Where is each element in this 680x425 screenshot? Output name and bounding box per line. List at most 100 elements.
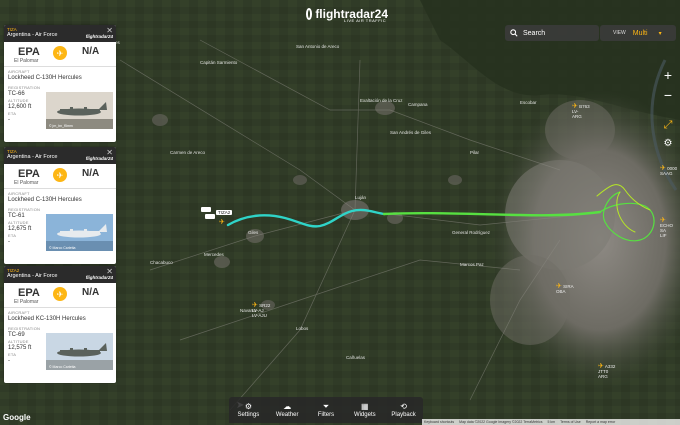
airplane-icon: ✈ bbox=[53, 287, 67, 301]
map-town-label: Chacabuco bbox=[150, 260, 173, 265]
fullscreen-icon: ⤢ bbox=[663, 118, 673, 131]
plus-icon: + bbox=[663, 67, 673, 83]
map-settings-button[interactable]: ⚙ bbox=[659, 134, 677, 152]
weather-button[interactable]: ☁ Weather bbox=[268, 397, 307, 423]
map-town-label: San Antonio de Areco bbox=[296, 44, 340, 49]
airplane-icon: ✈ bbox=[53, 46, 67, 60]
origin-name: El Palomar bbox=[14, 299, 39, 305]
aircraft-type[interactable]: Lockheed C-130H Hercules bbox=[8, 196, 112, 204]
destination-code: N/A bbox=[82, 168, 100, 179]
playback-icon: ⟲ bbox=[400, 401, 407, 411]
gear-icon: ⚙ bbox=[244, 401, 252, 411]
flight-info-card[interactable]: TIZA Argentina - Air Force ✕ flightradar… bbox=[4, 25, 116, 142]
weather-icon: ☁ bbox=[283, 401, 292, 411]
card-header: TIZA Argentina - Air Force ✕ flightradar… bbox=[4, 25, 116, 42]
fullscreen-button[interactable]: ⤢ bbox=[659, 116, 677, 134]
map-town-label: Luján bbox=[355, 195, 367, 200]
aircraft-photo[interactable]: © jm_bn_f5mm bbox=[46, 92, 113, 129]
toolbar-label: Playback bbox=[391, 411, 416, 418]
map-town-label: Giles bbox=[248, 230, 259, 235]
attribution-item: Map data ©2022 Google Imagery ©2022 Terr… bbox=[459, 420, 543, 424]
map-town-label: Mercedes bbox=[204, 252, 224, 257]
logo-ring-icon bbox=[306, 8, 313, 20]
airplane-icon: ✈ bbox=[53, 168, 67, 182]
photo-credit: © Marco Carletta bbox=[49, 365, 76, 369]
map-town-label: Capitán Sarmiento bbox=[200, 60, 238, 65]
view-value: Multi bbox=[632, 29, 648, 37]
view-selector[interactable]: VIEW Multi ▾ bbox=[600, 25, 676, 41]
toolbar-label: Weather bbox=[275, 411, 299, 418]
search-icon bbox=[510, 29, 518, 37]
map-aircraft-tag-1[interactable] bbox=[201, 207, 211, 212]
bottom-toolbar: ⚙ Settings ☁ Weather ⏷ Filters ▦ Widgets ⟲ Playba… bbox=[229, 397, 423, 423]
card-route: EPA El Palomar ✈ N/A bbox=[4, 42, 116, 67]
attribution-item: 5 km bbox=[547, 420, 556, 424]
destination-code: N/A bbox=[82, 46, 100, 57]
card-body: AIRCRAFT Lockheed C-130H Hercules REGIST… bbox=[4, 189, 116, 251]
filters-button[interactable]: ⏷ Filters bbox=[307, 397, 346, 423]
zoom-out-button[interactable]: − bbox=[659, 86, 677, 104]
map-town-label: Exaltación de la Cruz bbox=[360, 98, 403, 103]
zoom-in-button[interactable]: + bbox=[659, 66, 677, 84]
flight-info-card[interactable]: TIZA Argentina - Air Force ✕ flightradar… bbox=[4, 147, 116, 264]
photo-credit: © Marco Carletta bbox=[49, 246, 76, 250]
attribution-item[interactable]: Keyboard shortcuts bbox=[424, 420, 454, 424]
toolbar-label: Settings bbox=[237, 411, 260, 418]
search-button[interactable]: Search bbox=[505, 25, 599, 41]
aircraft-type[interactable]: Lockheed KC-130H Hercules bbox=[8, 315, 112, 323]
card-body: AIRCRAFT Lockheed KC-130H Hercules REGIS… bbox=[4, 308, 116, 370]
map-town-label: Marcos Paz bbox=[460, 262, 484, 267]
origin-code[interactable]: EPA bbox=[18, 46, 40, 58]
card-header: TIZA Argentina - Air Force ✕ flightradar… bbox=[4, 147, 116, 164]
map-town-label: Lobos bbox=[296, 326, 309, 331]
map-town-label: Cañuelas bbox=[346, 355, 366, 360]
map-aircraft-line3: LV-AJU bbox=[252, 313, 267, 318]
origin-code[interactable]: EPA bbox=[18, 287, 40, 299]
card-route: EPA El Palomar ✈ N/A bbox=[4, 164, 116, 189]
attribution-item[interactable]: Terms of Use bbox=[560, 420, 581, 424]
toolbar-label: Widgets bbox=[353, 411, 376, 418]
toolbar-label: Filters bbox=[317, 411, 335, 418]
aircraft-photo[interactable]: © Marco Carletta bbox=[46, 214, 113, 251]
filter-icon: ⏷ bbox=[322, 401, 330, 411]
flight-info-card[interactable]: TIZA2 Argentina - Air Force ✕ flightrada… bbox=[4, 266, 116, 383]
map-aircraft[interactable]: ✈ B763 LV- ARG bbox=[572, 103, 590, 119]
map-aircraft[interactable]: ✈ A332 JTT0 ARG bbox=[598, 363, 615, 379]
map-attribution: Keyboard shortcuts Map data ©2022 Google … bbox=[422, 419, 680, 425]
map-town-label: San Andrés de Giles bbox=[390, 130, 432, 135]
aircraft-type[interactable]: Lockheed C-130H Hercules bbox=[8, 74, 112, 82]
minus-icon: − bbox=[663, 87, 673, 103]
map-town-label: Escobar bbox=[520, 100, 537, 105]
google-logo: Google bbox=[3, 413, 31, 422]
map-aircraft-tag-2[interactable] bbox=[205, 214, 215, 219]
aircraft-photo[interactable]: © Marco Carletta bbox=[46, 333, 113, 370]
logo-subtitle: LIVE AIR TRAFFIC bbox=[344, 18, 387, 23]
map-town-label: Campana bbox=[408, 102, 428, 107]
chevron-down-icon: ▾ bbox=[658, 30, 662, 37]
widgets-button[interactable]: ▦ Widgets bbox=[345, 397, 384, 423]
map-aircraft[interactable]: ✈ SR22 LV-AJ LV-AJU bbox=[252, 302, 270, 318]
map-aircraft-line2: OBA bbox=[556, 289, 566, 294]
map-aircraft[interactable]: ✈ 0000 SAAG bbox=[660, 165, 677, 176]
map-aircraft-tag-lead[interactable]: TIZA2 bbox=[216, 210, 233, 215]
map-aircraft-line2: SAAG bbox=[660, 171, 673, 176]
settings-button[interactable]: ⚙ Settings bbox=[229, 397, 268, 423]
tracked-aircraft-icon[interactable]: ✈ bbox=[219, 219, 226, 226]
origin-name: El Palomar bbox=[14, 180, 39, 186]
card-route: EPA El Palomar ✈ N/A bbox=[4, 283, 116, 308]
destination-code: N/A bbox=[82, 287, 100, 298]
map-aircraft-line3: ARG bbox=[572, 114, 582, 119]
attribution-item[interactable]: Report a map error bbox=[586, 420, 616, 424]
card-body: AIRCRAFT Lockheed C-130H Hercules REGIST… bbox=[4, 67, 116, 129]
map-aircraft-code: B763 bbox=[579, 104, 590, 109]
photo-credit: © jm_bn_f5mm bbox=[49, 124, 73, 128]
playback-button[interactable]: ⟲ Playback bbox=[384, 397, 423, 423]
map-town-label: Pilar bbox=[470, 150, 480, 155]
map-aircraft[interactable]: ✈ SIRA OBA bbox=[556, 283, 574, 294]
search-label: Search bbox=[523, 29, 546, 37]
card-header: TIZA2 Argentina - Air Force ✕ flightrada… bbox=[4, 266, 116, 283]
widgets-icon: ▦ bbox=[361, 401, 369, 411]
flightradar24-logo[interactable]: flightradar24 LIVE AIR TRAFFIC bbox=[306, 4, 388, 24]
origin-code[interactable]: EPA bbox=[18, 168, 40, 180]
map-aircraft[interactable]: ✈ ECHO SA LIF bbox=[660, 217, 680, 238]
